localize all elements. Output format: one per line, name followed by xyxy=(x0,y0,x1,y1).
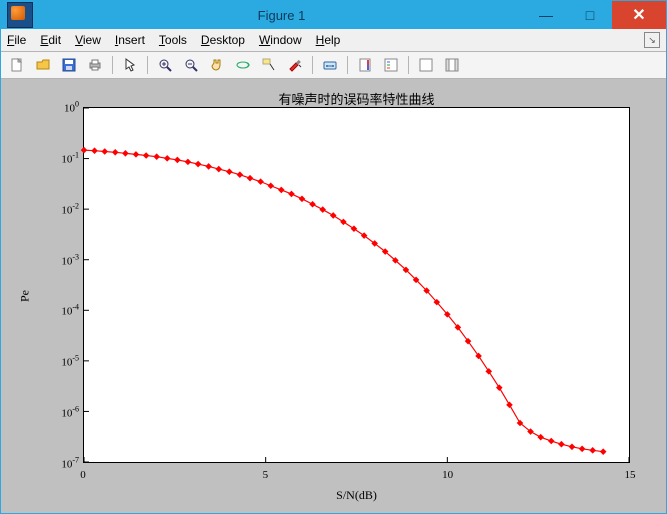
brush-button[interactable] xyxy=(283,54,307,76)
new-figure-button[interactable] xyxy=(5,54,29,76)
menu-desktop[interactable]: Desktop xyxy=(201,33,245,47)
menu-insert[interactable]: Insert xyxy=(115,33,145,47)
link-plot-button[interactable] xyxy=(318,54,342,76)
chart-title: 有噪声时的误码率特性曲线 xyxy=(83,89,630,108)
figure-area: 有噪声时的误码率特性曲线 Pe S/N(dB) 0 5 10 15 100 10-1 10-… xyxy=(1,79,666,513)
toolbar-separator xyxy=(347,56,348,74)
y-tick: 10-3 xyxy=(47,252,79,267)
x-tick: 5 xyxy=(263,469,269,481)
show-plot-tools-button[interactable] xyxy=(440,54,464,76)
hide-plot-tools-button[interactable] xyxy=(414,54,438,76)
y-tick: 10-7 xyxy=(47,456,79,471)
toolbar-separator xyxy=(147,56,148,74)
plot-frame: 有噪声时的误码率特性曲线 Pe S/N(dB) 0 5 10 15 100 10-1 10-… xyxy=(9,87,658,505)
zoom-in-button[interactable] xyxy=(153,54,177,76)
save-button[interactable] xyxy=(57,54,81,76)
x-axis-label: S/N(dB) xyxy=(83,488,630,503)
y-tick: 100 xyxy=(47,100,79,115)
print-button[interactable] xyxy=(83,54,107,76)
y-tick: 10-1 xyxy=(47,151,79,166)
close-button[interactable]: ✕ xyxy=(612,1,666,29)
y-tick: 10-5 xyxy=(47,354,79,369)
data-cursor-button[interactable] xyxy=(257,54,281,76)
y-tick: 10-4 xyxy=(47,303,79,318)
x-tick: 0 xyxy=(80,469,86,481)
window-buttons: — □ ✕ xyxy=(524,1,666,29)
menu-edit[interactable]: Edit xyxy=(40,33,61,47)
axes-box[interactable] xyxy=(83,107,630,463)
y-axis-label: Pe xyxy=(18,290,33,302)
zoom-out-button[interactable] xyxy=(179,54,203,76)
menu-help[interactable]: Help xyxy=(316,33,341,47)
y-tick: 10-6 xyxy=(47,405,79,420)
open-button[interactable] xyxy=(31,54,55,76)
rotate-3d-button[interactable] xyxy=(231,54,255,76)
toolbar-separator xyxy=(408,56,409,74)
insert-legend-button[interactable] xyxy=(379,54,403,76)
menu-window[interactable]: Window xyxy=(259,33,302,47)
toolbar-separator xyxy=(312,56,313,74)
window-title: Figure 1 xyxy=(39,8,524,23)
x-tick: 15 xyxy=(625,469,636,481)
maximize-button[interactable]: □ xyxy=(568,1,612,29)
minimize-button[interactable]: — xyxy=(524,1,568,29)
x-tick: 10 xyxy=(442,469,453,481)
menu-tools[interactable]: Tools xyxy=(159,33,187,47)
insert-colorbar-button[interactable] xyxy=(353,54,377,76)
toolbar xyxy=(1,52,666,79)
toolbar-separator xyxy=(112,56,113,74)
figure-window: Figure 1 — □ ✕ File Edit View Insert Too… xyxy=(0,0,667,514)
y-tick: 10-2 xyxy=(47,201,79,216)
menu-view[interactable]: View xyxy=(75,33,101,47)
matlab-icon xyxy=(7,2,33,28)
dock-icon[interactable]: ↘ xyxy=(644,32,660,48)
pan-button[interactable] xyxy=(205,54,229,76)
menubar: File Edit View Insert Tools Desktop Wind… xyxy=(1,29,666,52)
pointer-button[interactable] xyxy=(118,54,142,76)
line-series xyxy=(84,108,629,462)
menu-file[interactable]: File xyxy=(7,33,26,47)
titlebar: Figure 1 — □ ✕ xyxy=(1,1,666,29)
